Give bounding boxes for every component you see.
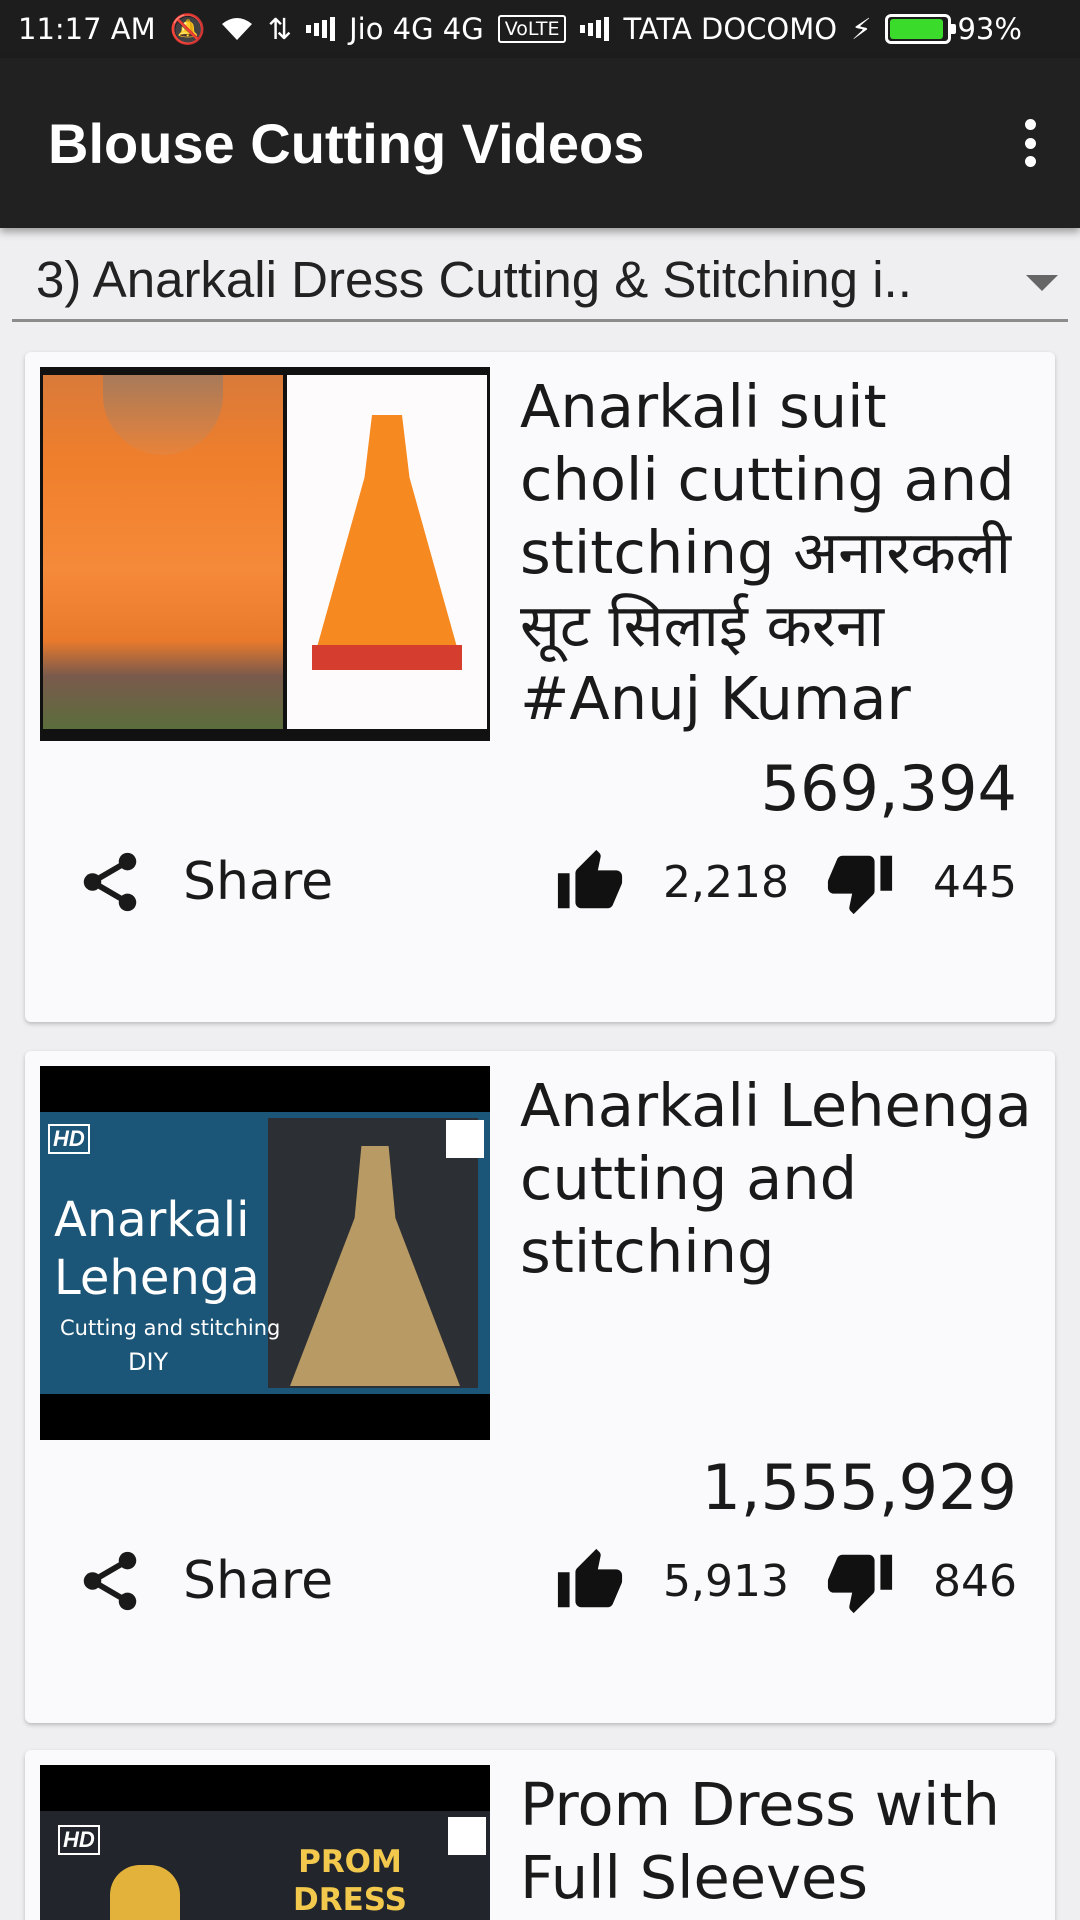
status-time: 11:17 AM xyxy=(18,12,156,46)
view-count: 1,555,929 xyxy=(701,1451,1017,1524)
video-title[interactable]: Prom Dress with Full Sleeves xyxy=(520,1768,1040,1920)
carrier-1: Jio 4G 4G xyxy=(349,12,484,46)
video-thumbnail[interactable]: HD PROM DRESS WITH xyxy=(40,1765,490,1920)
video-thumbnail[interactable] xyxy=(40,367,490,741)
video-card[interactable]: HD Anarkali Lehenga Cutting and stitchin… xyxy=(25,1051,1055,1723)
video-title[interactable]: Anarkali suit choli cutting and stitchin… xyxy=(520,370,1040,735)
app-title: Blouse Cutting Videos xyxy=(48,111,645,175)
video-card[interactable]: HD PROM DRESS WITH Prom Dress with Full … xyxy=(25,1750,1055,1920)
status-bar: 11:17 AM 🔕 ⇅ Jio 4G 4G VoLTE TATA DOCOMO… xyxy=(0,0,1080,58)
hd-badge: HD xyxy=(58,1825,100,1855)
thumbnail-subtitle: Cutting and stitching xyxy=(60,1316,281,1340)
thumbs-up-icon xyxy=(557,849,623,909)
dislike-count: 445 xyxy=(933,856,1017,908)
charging-icon: ⚡ xyxy=(851,12,872,46)
like-button[interactable]: 5,913 xyxy=(555,1536,789,1626)
share-label: Share xyxy=(183,1551,334,1611)
battery-percent: 93% xyxy=(957,12,1022,46)
thumbs-up-icon xyxy=(557,1548,623,1608)
share-icon xyxy=(83,852,137,912)
wifi-icon xyxy=(220,16,254,42)
view-count: 569,394 xyxy=(760,752,1017,825)
playlist-dropdown[interactable]: 3) Anarkali Dress Cutting & Stitching i.… xyxy=(12,240,1068,322)
app-bar: Blouse Cutting Videos xyxy=(0,58,1080,228)
thumbnail-headline: Anarkali Lehenga xyxy=(54,1192,260,1306)
like-count: 5,913 xyxy=(663,1555,789,1607)
dropdown-arrow-icon xyxy=(1026,275,1058,291)
thumbs-down-icon xyxy=(827,1554,893,1614)
share-button[interactable]: Share xyxy=(75,837,333,927)
carrier-2: TATA DOCOMO xyxy=(623,12,838,46)
video-title[interactable]: Anarkali Lehenga cutting and stitching xyxy=(520,1069,1040,1299)
video-card[interactable]: Anarkali suit choli cutting and stitchin… xyxy=(25,352,1055,1022)
thumbnail-tag: DIY xyxy=(128,1348,169,1376)
video-thumbnail[interactable]: HD Anarkali Lehenga Cutting and stitchin… xyxy=(40,1066,490,1440)
like-count: 2,218 xyxy=(663,856,789,908)
like-button[interactable]: 2,218 xyxy=(555,837,789,927)
battery-fill xyxy=(890,19,943,39)
share-label: Share xyxy=(183,852,334,912)
mute-icon: 🔕 xyxy=(169,11,206,46)
data-arrows-icon: ⇅ xyxy=(267,12,293,46)
hd-badge: HD xyxy=(48,1124,90,1154)
signal-icon-2 xyxy=(580,17,610,41)
volte-badge: VoLTE xyxy=(497,15,567,43)
signal-icon xyxy=(306,17,336,41)
thumbs-down-icon xyxy=(827,855,893,915)
battery-icon xyxy=(885,14,957,44)
dislike-button[interactable]: 445 xyxy=(825,837,1017,927)
share-icon xyxy=(83,1551,137,1611)
thumbnail-headline: PROM DRESS WITH xyxy=(292,1844,408,1918)
dislike-count: 846 xyxy=(933,1555,1017,1607)
playlist-selected: 3) Anarkali Dress Cutting & Stitching i.… xyxy=(36,251,912,308)
dislike-button[interactable]: 846 xyxy=(825,1536,1017,1626)
more-vert-icon[interactable] xyxy=(1010,113,1050,173)
share-button[interactable]: Share xyxy=(75,1536,333,1626)
